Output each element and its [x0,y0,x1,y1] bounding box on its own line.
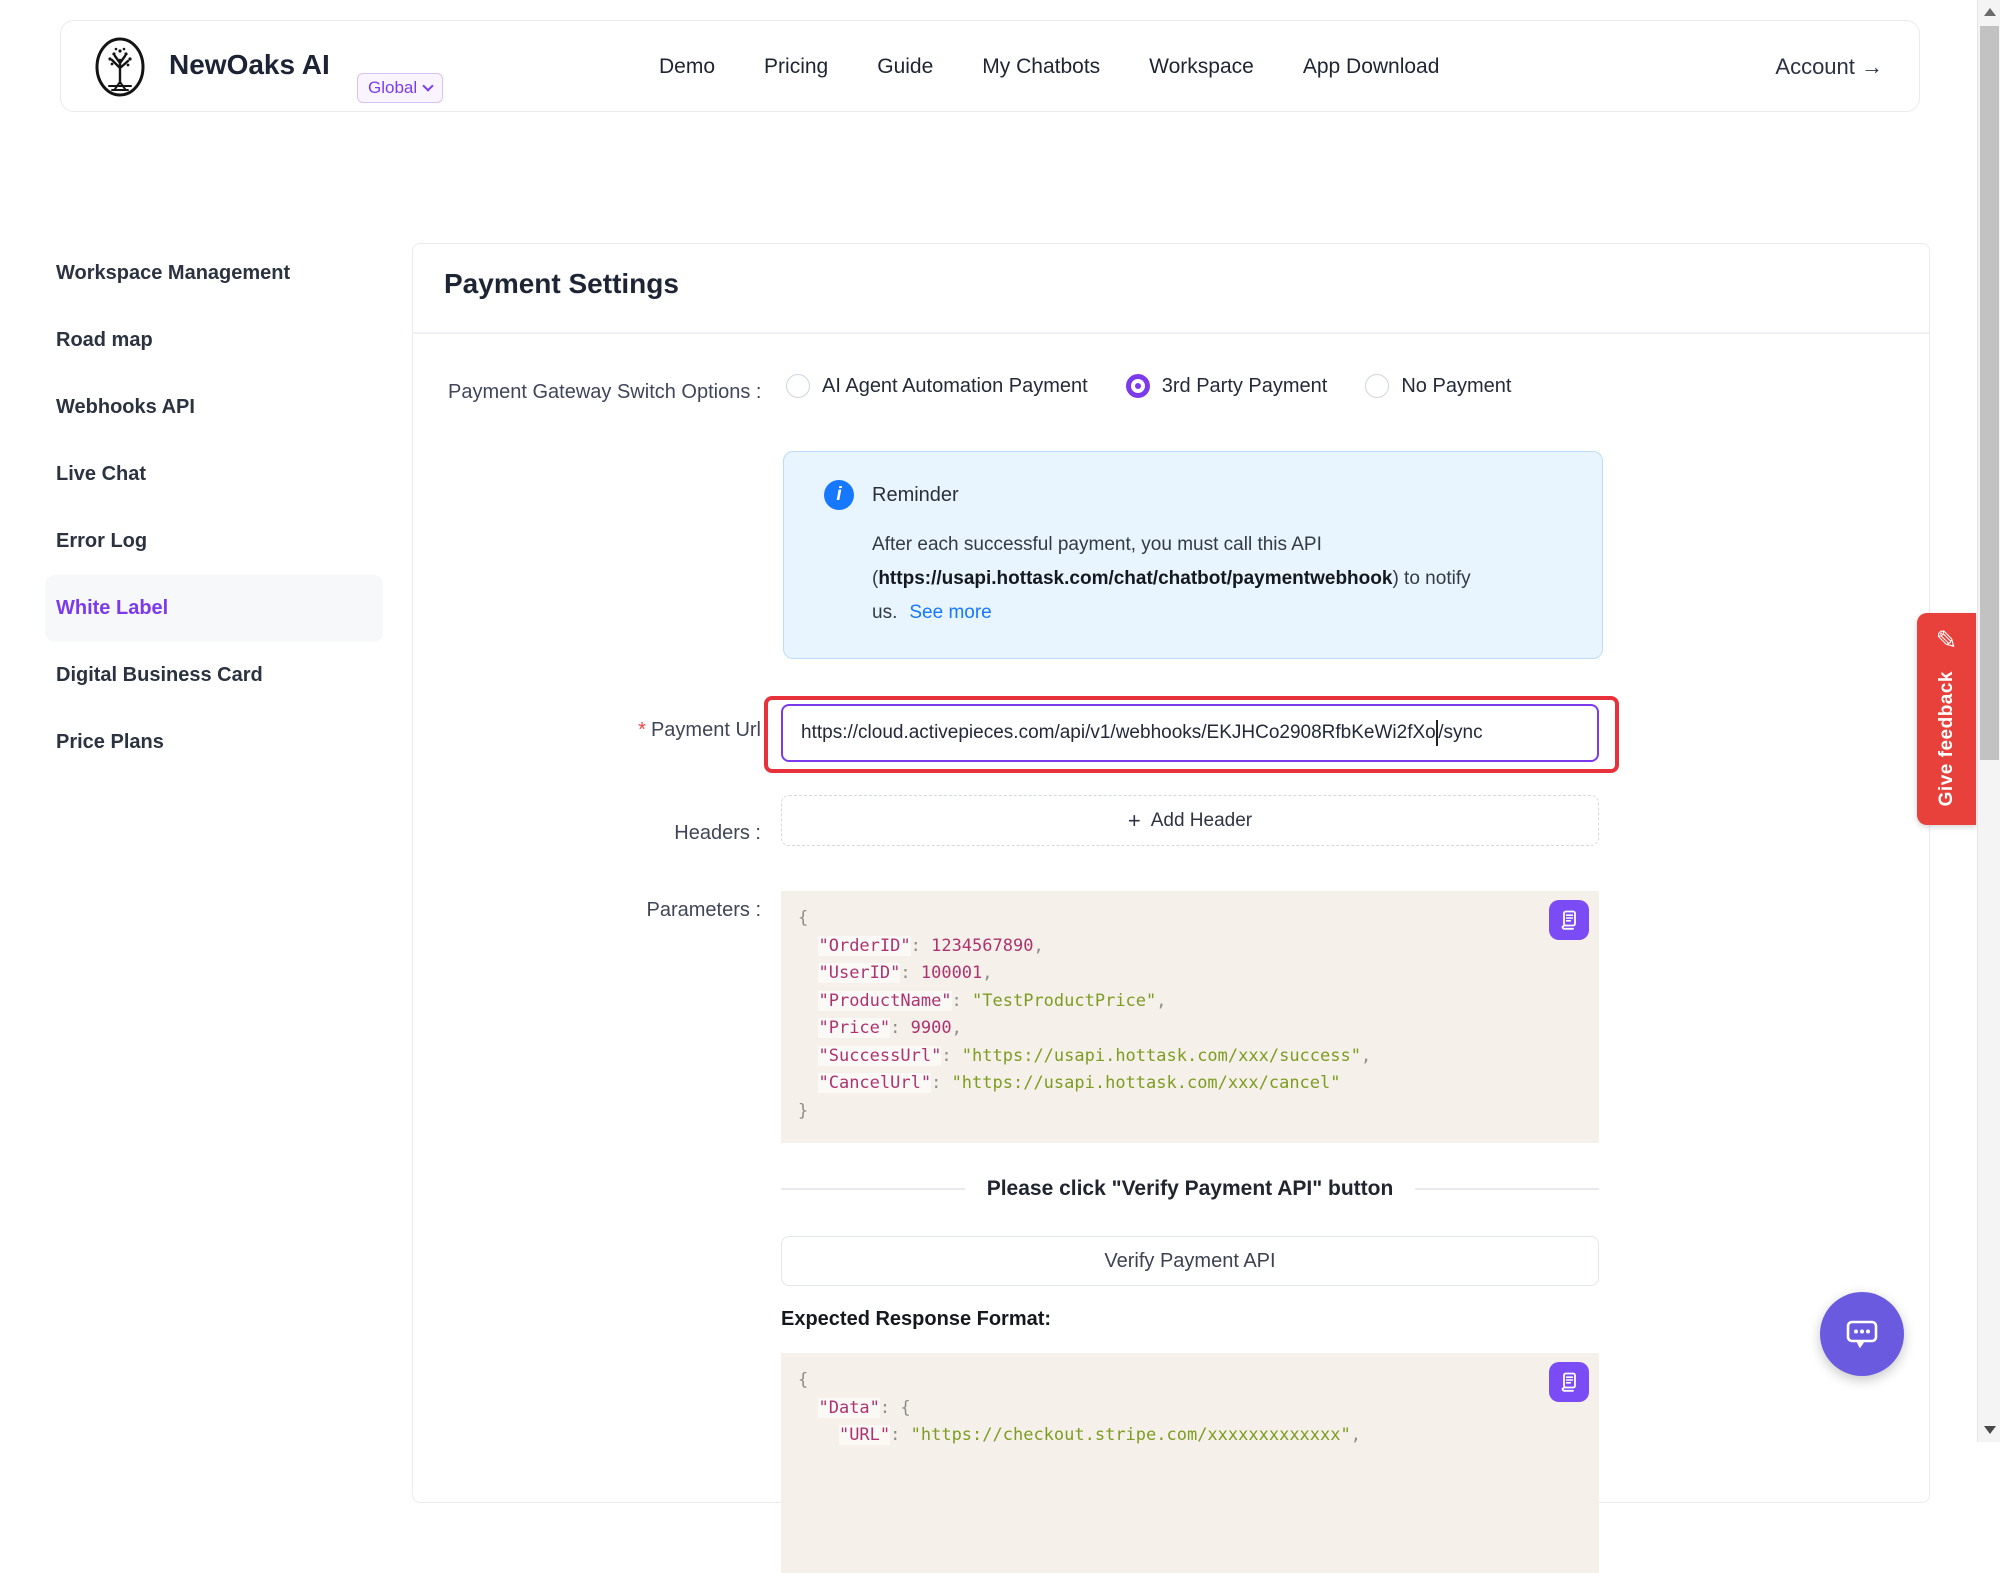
gateway-options-label: Payment Gateway Switch Options : [448,381,761,404]
radio-3rd-party-payment[interactable]: 3rd Party Payment [1126,374,1328,398]
nav-demo[interactable]: Demo [659,55,715,79]
sidebar-item-price-plans[interactable]: Price Plans [45,709,383,776]
parameters-label: Parameters : [533,899,761,922]
radio-unselected-icon [786,374,810,398]
see-more-link[interactable]: See more [909,602,991,623]
top-navigation-bar: NewOaks AI Global Demo Pricing Guide My … [60,20,1920,112]
main-nav: Demo Pricing Guide My Chatbots Workspace… [659,21,1439,113]
page-title: Payment Settings [444,268,679,300]
reminder-alert: i Reminder After each successful payment… [783,451,1603,659]
settings-sidebar: Workspace Management Road map Webhooks A… [45,240,383,776]
nav-workspace[interactable]: Workspace [1149,55,1254,79]
title-divider [413,332,1929,334]
scrollbar-thumb[interactable] [1980,26,1999,760]
chat-bubble-icon [1841,1313,1883,1355]
copy-icon [1557,1370,1581,1394]
reminder-body: After each successful payment, you must … [872,528,1471,630]
copy-parameters-button[interactable] [1549,900,1589,940]
add-header-label: Add Header [1151,810,1252,832]
reminder-line-3: us.See more [872,596,1471,630]
radio-selected-icon [1126,374,1150,398]
plus-icon: + [1128,810,1141,832]
parameters-json: { "OrderID": 1234567890, "UserID": 10000… [798,905,1371,1125]
gateway-radio-group: AI Agent Automation Payment 3rd Party Pa… [786,374,1511,398]
verify-payment-api-button[interactable]: Verify Payment API [781,1236,1599,1286]
reminder-line-1: After each successful payment, you must … [872,528,1471,562]
sidebar-item-error-log[interactable]: Error Log [45,508,383,575]
copy-response-button[interactable] [1549,1362,1589,1402]
region-selector[interactable]: Global [357,73,443,103]
payment-url-input[interactable]: https://cloud.activepieces.com/api/v1/we… [781,704,1599,762]
reminder-title: Reminder [872,484,959,507]
pencil-icon: ✎ [1917,625,1976,656]
scroll-down-icon[interactable] [1978,1418,2000,1442]
nav-guide[interactable]: Guide [877,55,933,79]
response-json: { "Data": { "URL": "https://checkout.str… [798,1367,1361,1450]
divider-line [781,1188,965,1190]
parameters-code-block: { "OrderID": 1234567890, "UserID": 10000… [781,891,1599,1143]
verify-instruction-divider: Please click "Verify Payment API" button [781,1172,1599,1206]
payment-url-value: https://cloud.activepieces.com/api/v1/we… [801,722,1436,744]
expected-response-label: Expected Response Format: [781,1308,1051,1331]
sidebar-item-live-chat[interactable]: Live Chat [45,441,383,508]
payment-settings-panel: Payment Settings Payment Gateway Switch … [412,243,1930,1503]
nav-app-download[interactable]: App Download [1303,55,1440,79]
scroll-up-icon[interactable] [1978,0,2000,24]
account-link[interactable]: Account → [1775,21,1883,113]
nav-pricing[interactable]: Pricing [764,55,828,79]
payment-url-value-suffix: /sync [1438,722,1482,744]
give-feedback-label: Give feedback [1936,671,1958,806]
webhook-api-url: https://usapi.hottask.com/chat/chatbot/p… [878,568,1392,589]
radio-label: 3rd Party Payment [1162,375,1328,398]
give-feedback-tab[interactable]: ✎ Give feedback [1917,613,1976,825]
chat-widget-button[interactable] [1820,1292,1904,1376]
radio-label: No Payment [1401,375,1511,398]
chevron-down-icon [422,80,433,91]
radio-ai-agent-automation-payment[interactable]: AI Agent Automation Payment [786,374,1088,398]
required-mark: * [638,719,646,741]
divider-line [1415,1188,1599,1190]
sidebar-item-digital-business-card[interactable]: Digital Business Card [45,642,383,709]
sidebar-item-webhooks-api[interactable]: Webhooks API [45,374,383,441]
sidebar-item-workspace-management[interactable]: Workspace Management [45,240,383,307]
info-icon: i [824,480,854,510]
headers-label: Headers : [533,822,761,845]
verify-instruction-text: Please click "Verify Payment API" button [987,1177,1394,1201]
nav-my-chatbots[interactable]: My Chatbots [982,55,1100,79]
sidebar-item-white-label[interactable]: White Label [45,575,383,642]
payment-url-label: *Payment Url [533,719,761,742]
brand-name: NewOaks AI [169,49,330,81]
radio-label: AI Agent Automation Payment [822,375,1088,398]
radio-no-payment[interactable]: No Payment [1365,374,1511,398]
radio-unselected-icon [1365,374,1389,398]
copy-icon [1557,908,1581,932]
page-scrollbar [1977,0,2000,1442]
region-label: Global [368,78,417,98]
sidebar-item-road-map[interactable]: Road map [45,307,383,374]
newoaks-logo-icon[interactable] [89,36,151,98]
response-code-block: { "Data": { "URL": "https://checkout.str… [781,1353,1599,1573]
reminder-line-2: (https://usapi.hottask.com/chat/chatbot/… [872,562,1471,596]
add-header-button[interactable]: + Add Header [781,795,1599,846]
